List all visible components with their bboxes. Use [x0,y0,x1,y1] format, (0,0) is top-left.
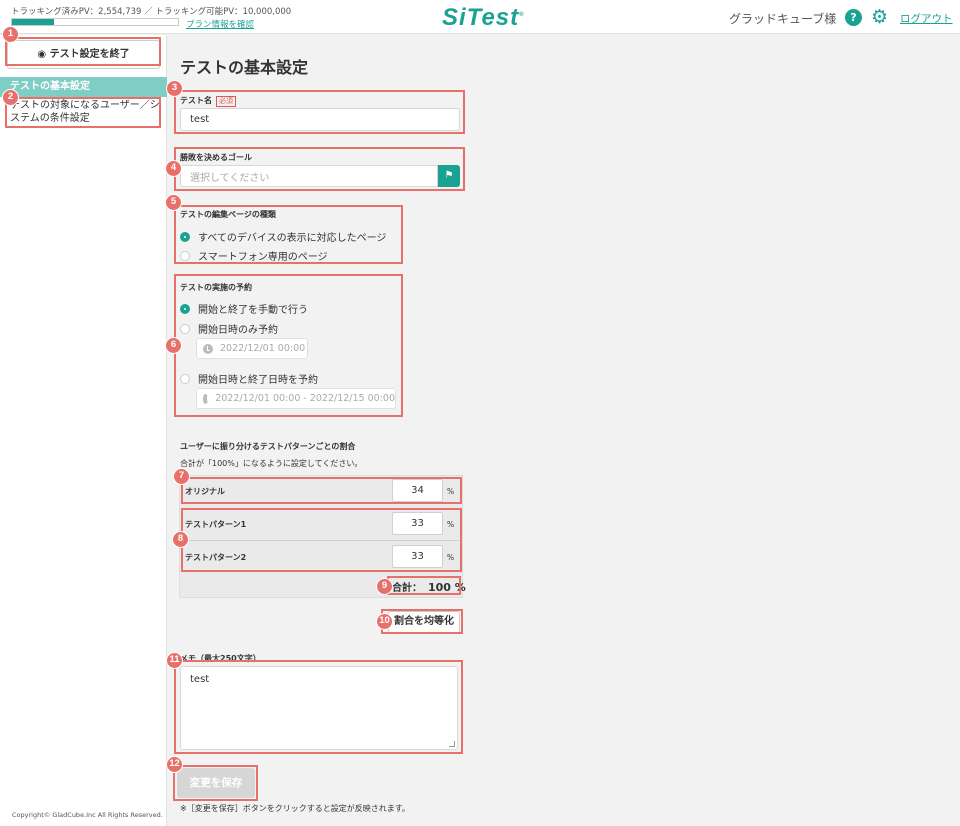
total-value: 100 % [428,581,466,594]
save-changes-button[interactable]: 変更を保存 [177,768,255,798]
ratio-row-original: オリジナル [185,487,225,496]
radio-unselected-icon[interactable] [180,323,190,334]
schedule-label: テストの実施の予約 [180,283,252,292]
range-datetime-value: 2022/12/01 00:00 - 2022/12/15 00:00 [215,393,395,404]
save-note: ※［変更を保存］ボタンをクリックすると設定が反映されます。 [180,804,410,813]
tracking-pv-text: トラッキング済みPV：2,554,739 ／ トラッキング可能PV：10,000… [11,7,292,17]
ratio-total: 合計： 100 % [392,579,466,594]
divider [181,540,459,541]
ratio-label: ユーザーに振り分けるテストパターンごとの割合 [180,442,356,451]
goal-label: 勝敗を決めるゴール [180,153,252,162]
radio-start-only-label: 開始日時のみ予約 [198,325,278,336]
ratio-note: 合計が「100%」になるように設定してください。 [180,459,363,468]
percent-unit: % [447,487,455,496]
help-icon[interactable]: ? [845,9,862,26]
logo-text: SiTest [442,4,520,31]
end-test-settings-button[interactable]: ◉ テスト設定を終了 [7,40,160,69]
badge-9: 9 [376,578,393,595]
badge-2: 2 [2,89,19,106]
test-name-input[interactable]: test [180,108,460,131]
radio-all-devices[interactable]: すべてのデバイスの表示に対応したページ [180,229,386,244]
badge-10: 10 [376,613,393,630]
page-title: テストの基本設定 [180,58,309,77]
radio-manual-label: 開始と終了を手動で行う [198,305,308,316]
top-header: トラッキング済みPV：2,554,739 ／ トラッキング可能PV：10,000… [0,0,960,34]
ratio-row-pattern1: テストパターン1 [185,520,247,529]
ratio-input-pattern2[interactable]: 33 [392,545,443,568]
memo-value: test [190,674,210,685]
logo-registered-mark: ® [519,12,525,18]
percent-unit: % [447,553,455,562]
test-name-label-text: テスト名 [180,96,212,105]
goal-placeholder: 選択してください [190,172,270,184]
start-datetime-value: 2022/12/01 00:00 [220,343,306,354]
badge-6: 6 [165,337,182,354]
logout-link[interactable]: ログアウト [900,11,953,26]
badge-3: 3 [166,80,183,97]
ratio-input-pattern1[interactable]: 33 [392,512,443,535]
range-datetime-input[interactable]: 2022/12/01 00:00 - 2022/12/15 00:00 [196,388,396,409]
badge-12: 12 [166,756,183,773]
badge-11: 11 [166,652,183,669]
sidebar-item-basic-settings[interactable]: テストの基本設定 [0,77,167,97]
radio-smartphone-label: スマートフォン専用のページ [198,252,328,263]
sitest-logo: SiTest® [442,4,525,32]
memo-label: メモ（最大250文字） [180,654,261,663]
start-datetime-input[interactable]: 2022/12/01 00:00 [196,338,308,359]
radio-selected-icon[interactable] [180,303,190,314]
plan-info-link[interactable]: プラン情報を確認 [186,18,254,30]
radio-unselected-icon[interactable] [180,373,190,384]
badge-1: 1 [2,26,19,43]
radio-start-only[interactable]: 開始日時のみ予約 [180,321,278,336]
badge-4: 4 [165,160,182,177]
sidebar-item-target-conditions[interactable]: テストの対象になるユーザー／システムの条件設定 [10,99,160,125]
badge-8: 8 [172,531,189,548]
flag-icon[interactable]: ⚑ [438,165,460,187]
radio-start-end-label: 開始日時と終了日時を予約 [198,375,318,386]
percent-unit: % [447,520,455,529]
copyright: Copyright© GladCube.Inc All Rights Reser… [12,811,163,819]
radio-manual[interactable]: 開始と終了を手動で行う [180,301,308,316]
ratio-input-original[interactable]: 34 [392,479,443,502]
user-name: グラッドキューブ様 [729,12,837,26]
goal-select[interactable]: 選択してください [180,165,438,187]
radio-unselected-icon[interactable] [180,250,190,261]
radio-smartphone-only[interactable]: スマートフォン専用のページ [180,248,328,263]
pv-progress-fill [12,19,55,25]
badge-7: 7 [173,468,190,485]
total-label: 合計： [392,583,422,594]
ratio-row-pattern2: テストパターン2 [185,553,247,562]
radio-all-devices-label: すべてのデバイスの表示に対応したページ [198,233,387,244]
memo-textarea[interactable]: test [180,666,458,750]
sidebar: ◉ テスト設定を終了 テストの基本設定 テストの対象になるユーザー／システムの条… [0,35,167,826]
badge-5: 5 [165,194,182,211]
equalize-ratio-button[interactable]: 割合を均等化 [388,611,460,633]
clock-icon [203,393,211,404]
radio-start-end[interactable]: 開始日時と終了日時を予約 [180,371,318,386]
test-name-label: テスト名 必須 [180,95,236,107]
page-type-label: テストの編集ページの種類 [180,210,276,219]
gear-icon[interactable]: ⚙ [871,6,888,28]
pv-progress-bar [11,18,179,26]
required-badge: 必須 [216,96,236,107]
radio-selected-icon[interactable] [180,231,190,242]
clock-icon [203,343,213,354]
resize-grip-icon[interactable] [449,741,455,747]
